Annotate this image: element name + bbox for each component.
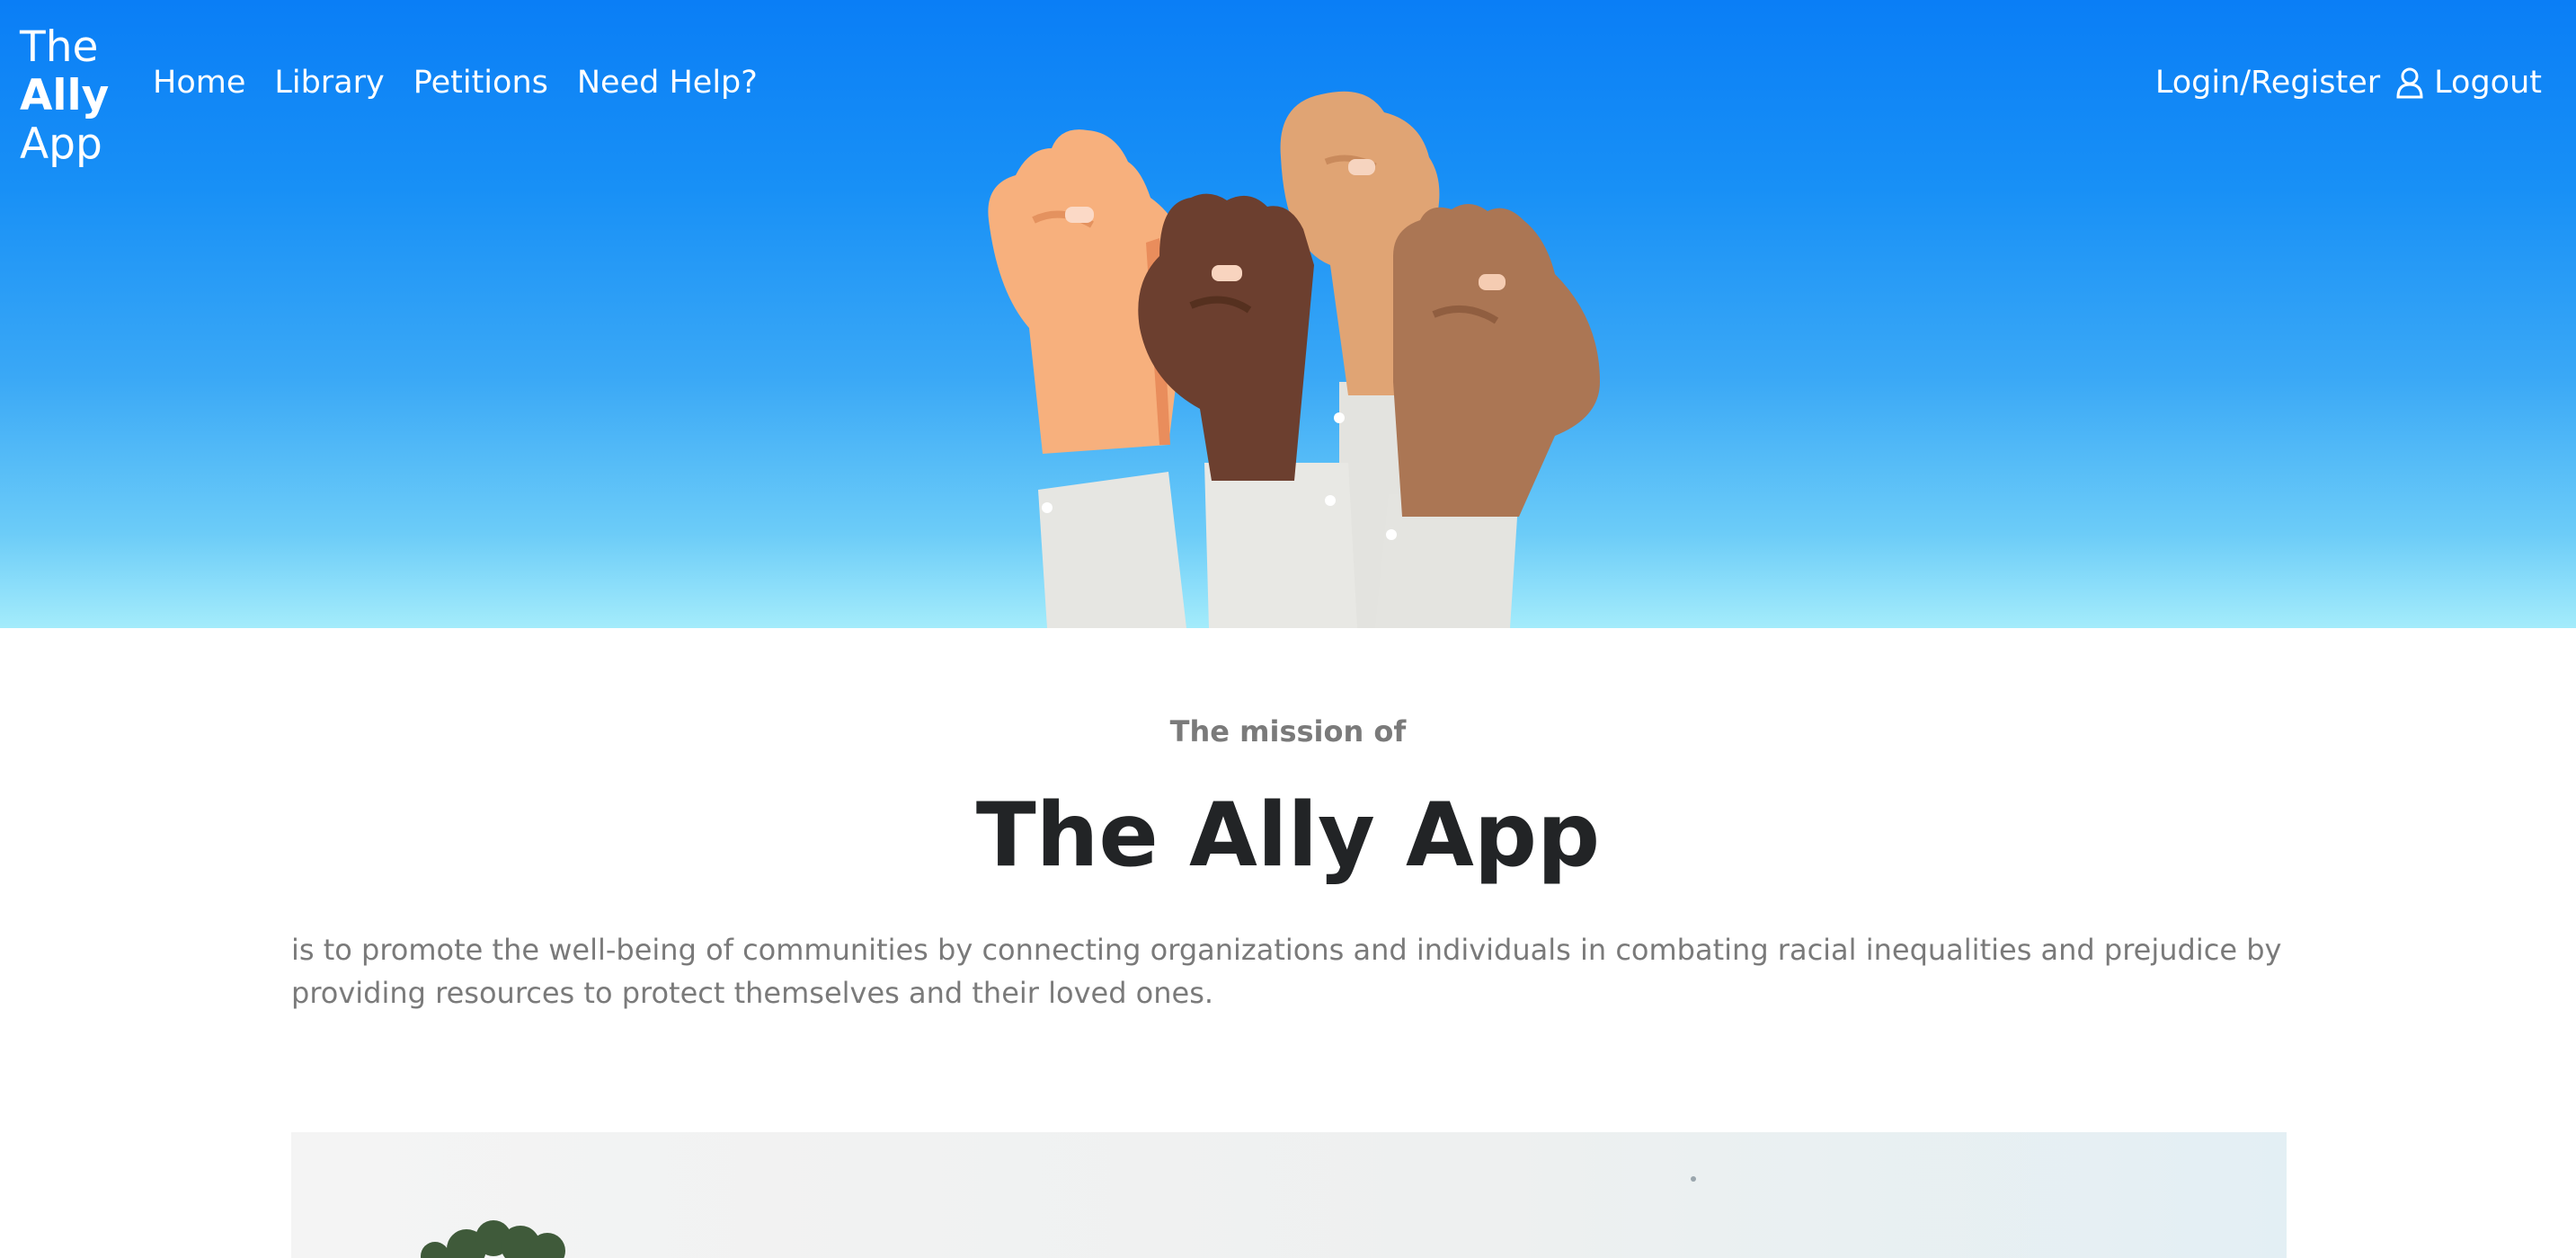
nav-link-petitions[interactable]: Petitions	[413, 65, 548, 101]
site-logo[interactable]: The Ally App	[20, 23, 109, 169]
hero-banner: The Ally App Home Library Petitions Need…	[0, 0, 2576, 628]
raised-fists-illustration	[988, 91, 1600, 628]
nav-link-library[interactable]: Library	[274, 65, 384, 101]
fist-medium-brown	[1375, 203, 1600, 628]
logo-line-2: Ally	[20, 71, 110, 120]
logo-line-1: The	[20, 22, 99, 72]
mission-image	[291, 1132, 2287, 1258]
logout-button[interactable]: Logout	[2396, 65, 2542, 101]
auth-links: Login/Register Logout	[2155, 65, 2542, 101]
logo-line-3: App	[20, 120, 102, 169]
nav-link-need-help[interactable]: Need Help?	[577, 65, 758, 101]
mission-text: is to promote the well-being of communit…	[291, 933, 2282, 1010]
logout-link[interactable]: Logout	[2434, 65, 2542, 101]
login-register-link[interactable]: Login/Register	[2155, 65, 2380, 101]
mission-kicker: The mission of	[1169, 714, 1407, 749]
tree-silhouette	[421, 1176, 1696, 1258]
user-icon	[2396, 67, 2423, 99]
main-nav: Home Library Petitions Need Help?	[153, 65, 758, 101]
fist-peach	[988, 129, 1191, 628]
mission-title: The Ally App	[975, 784, 1601, 887]
nav-link-home[interactable]: Home	[153, 65, 245, 101]
